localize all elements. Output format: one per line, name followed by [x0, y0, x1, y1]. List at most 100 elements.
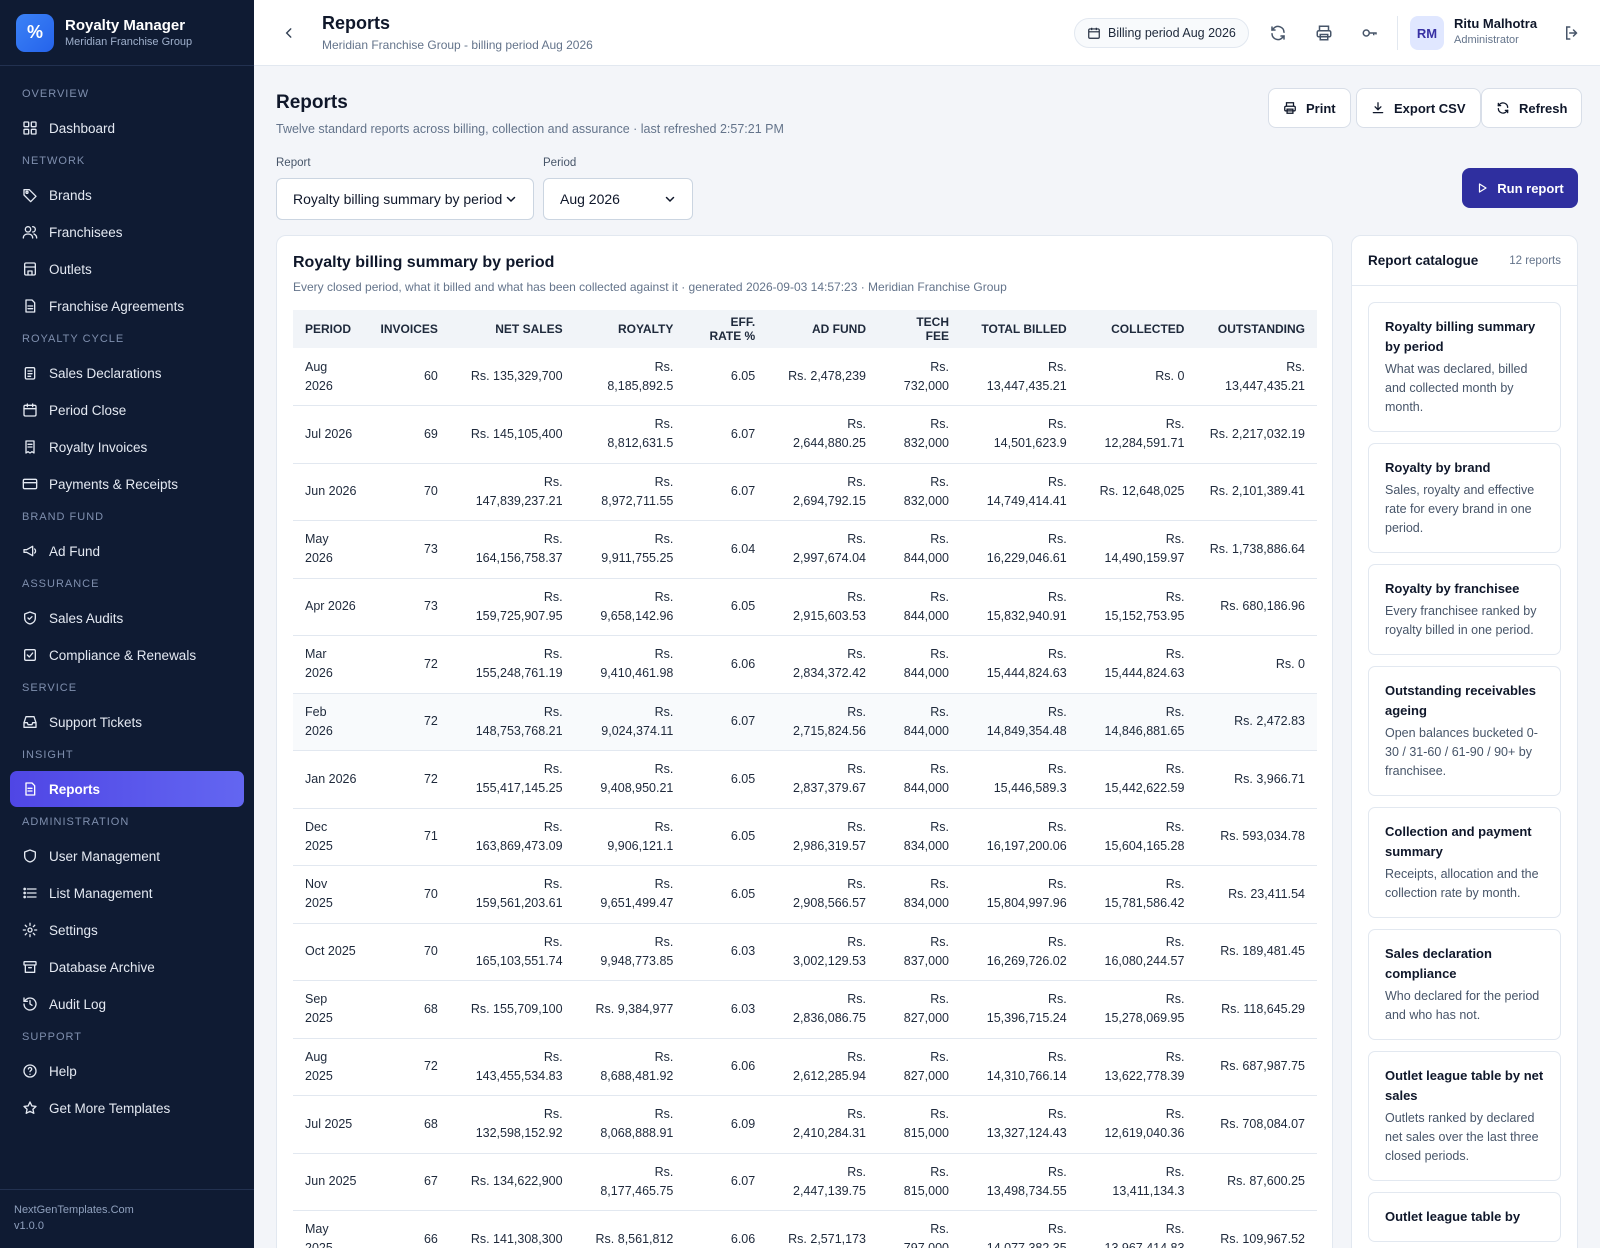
period-select[interactable]: Aug 2026 [543, 178, 693, 220]
table-row[interactable]: Jan 2026 72 Rs. 155,417,145.25 Rs. 9,408,95… [293, 750, 1317, 809]
sidebar-item-period-close[interactable]: Period Close [10, 392, 244, 428]
column-header[interactable]: EFF. RATE % [685, 310, 768, 348]
key-button[interactable] [1358, 21, 1382, 45]
catalogue-item[interactable]: Outstanding receivables ageing Open balan… [1368, 666, 1561, 796]
sidebar-item-list-management[interactable]: List Management [10, 875, 244, 911]
column-header[interactable]: COLLECTED [1078, 310, 1197, 348]
catalogue-item-description: Every franchisee ranked by royalty bille… [1385, 604, 1537, 637]
table-cell: 67 [368, 1153, 450, 1211]
table-cell: Rs. 9,408,950.21 [574, 750, 686, 809]
table-row[interactable]: Aug 2026 60 Rs. 135,329,700 Rs. 8,185,892.5… [293, 348, 1317, 406]
table-cell: 72 [368, 635, 450, 694]
catalogue-item[interactable]: Collection and payment summary Receipts, … [1368, 807, 1561, 918]
column-header[interactable]: INVOICES [368, 310, 450, 348]
table-row[interactable]: Dec 2025 71 Rs. 163,869,473.09 Rs. 9,906,12… [293, 808, 1317, 866]
sidebar-item-franchise-agreements[interactable]: Franchise Agreements [10, 288, 244, 324]
catalogue-item[interactable]: Outlet league table by [1368, 1192, 1561, 1242]
catalogue-item-title: Outlet league table by [1385, 1209, 1521, 1224]
sidebar-item-settings[interactable]: Settings [10, 912, 244, 948]
column-header[interactable]: TECH FEE [878, 310, 961, 348]
report-select[interactable]: Royalty billing summary by period [276, 178, 534, 220]
sidebar-item-brands[interactable]: Brands [10, 177, 244, 213]
sidebar-item-help[interactable]: Help [10, 1053, 244, 1089]
sidebar-item-franchisees[interactable]: Franchisees [10, 214, 244, 250]
catalogue-item[interactable]: Sales declaration compliance Who declared… [1368, 929, 1561, 1040]
table-cell: Rs. 13,967,414.83 [1078, 1210, 1197, 1248]
document-icon [22, 298, 38, 314]
sidebar-item-ad-fund[interactable]: Ad Fund [10, 533, 244, 569]
sidebar-item-sales-audits[interactable]: Sales Audits [10, 600, 244, 636]
catalogue-item[interactable]: Royalty by brand Sales, royalty and effec… [1368, 443, 1561, 553]
table-cell: Rs. 14,490,159.97 [1078, 520, 1197, 579]
table-row[interactable]: Nov 2025 70 Rs. 159,561,203.61 Rs. 9,651,49… [293, 865, 1317, 924]
run-report-button[interactable]: Run report [1462, 168, 1578, 208]
table-row[interactable]: Jul 2025 68 Rs. 132,598,152.92 Rs. 8,068,88… [293, 1095, 1317, 1154]
star-icon [22, 1100, 38, 1116]
sidebar-item-label: Payments & Receipts [49, 476, 179, 492]
sidebar-item-compliance-renewals[interactable]: Compliance & Renewals [10, 637, 244, 673]
column-header[interactable]: NET SALES [449, 310, 575, 348]
sidebar-item-user-management[interactable]: User Management [10, 838, 244, 874]
table-row[interactable]: Sep 2025 68 Rs. 155,709,100 Rs. 9,384,977 6.… [293, 980, 1317, 1039]
table-cell: Feb 2026 [293, 693, 369, 751]
table-row[interactable]: Mar 2026 72 Rs. 155,248,761.19 Rs. 9,410,46… [293, 635, 1317, 694]
table-row[interactable]: Aug 2025 72 Rs. 143,455,534.83 Rs. 8,688,48… [293, 1038, 1317, 1096]
table-cell: Rs. 155,417,145.25 [449, 750, 575, 809]
report-select-label: Report [276, 157, 311, 169]
table-cell: Rs. 2,837,379.67 [767, 750, 878, 809]
sidebar-item-get-more-templates[interactable]: Get More Templates [10, 1090, 244, 1126]
shield-check-icon [22, 610, 38, 626]
table-cell: Rs. 2,915,603.53 [767, 578, 878, 636]
print-button[interactable]: Print [1268, 88, 1351, 128]
table-cell: Rs. 12,619,040.36 [1078, 1095, 1197, 1154]
history-icon [22, 996, 38, 1012]
sidebar-item-dashboard[interactable]: Dashboard [10, 110, 244, 146]
catalogue-item[interactable]: Royalty billing summary by period What wa… [1368, 302, 1561, 432]
column-header[interactable]: ROYALTY [574, 310, 686, 348]
sync-button[interactable] [1266, 21, 1290, 45]
sidebar-item-sales-declarations[interactable]: Sales Declarations [10, 355, 244, 391]
sidebar-item-database-archive[interactable]: Database Archive [10, 949, 244, 985]
table-row[interactable]: Apr 2026 73 Rs. 159,725,907.95 Rs. 9,658,14… [293, 578, 1317, 636]
table-cell: Jan 2026 [293, 750, 369, 809]
download-icon [1372, 102, 1384, 114]
printer-icon [1316, 25, 1332, 41]
catalogue-item[interactable]: Outlet league table by net sales Outlets … [1368, 1051, 1561, 1181]
clipboard-icon [22, 365, 38, 381]
column-header[interactable]: PERIOD [293, 310, 369, 348]
billing-period-chip[interactable]: Billing period Aug 2026 [1074, 18, 1249, 48]
table-cell: Rs. 2,715,824.56 [767, 693, 878, 751]
export-csv-button[interactable]: Export CSV [1356, 88, 1481, 128]
export-csv-label: Export CSV [1394, 100, 1466, 116]
sidebar-item-audit-log[interactable]: Audit Log [10, 986, 244, 1022]
logout-button[interactable] [1560, 21, 1584, 45]
sidebar-item-outlets[interactable]: Outlets [10, 251, 244, 287]
calendar-icon [22, 402, 38, 418]
table-row[interactable]: Feb 2026 72 Rs. 148,753,768.21 Rs. 9,024,37… [293, 693, 1317, 751]
table-row[interactable]: May 2026 73 Rs. 164,156,758.37 Rs. 9,911,75… [293, 520, 1317, 579]
sidebar-item-royalty-invoices[interactable]: Royalty Invoices [10, 429, 244, 465]
table-row[interactable]: Jul 2026 69 Rs. 145,105,400 Rs. 8,812,631.5… [293, 405, 1317, 464]
table-cell: Rs. 815,000 [878, 1095, 961, 1154]
sidebar-item-support-tickets[interactable]: Support Tickets [10, 704, 244, 740]
column-header[interactable]: AD FUND [767, 310, 878, 348]
catalogue-count: 12 reports [1509, 254, 1561, 267]
refresh-button[interactable]: Refresh [1481, 88, 1583, 128]
table-cell: Rs. 134,622,900 [449, 1153, 575, 1211]
print-top-button[interactable] [1312, 21, 1336, 45]
sidebar-item-payments-receipts[interactable]: Payments & Receipts [10, 466, 244, 502]
column-header[interactable]: TOTAL BILLED [960, 310, 1079, 348]
table-row[interactable]: May 202566Rs. 141,308,300Rs. 8,561,8126.… [293, 1210, 1317, 1248]
sidebar-item-reports[interactable]: Reports [10, 771, 244, 807]
catalogue-item[interactable]: Royalty by franchisee Every franchisee ra… [1368, 564, 1561, 655]
table-cell: Rs. 827,000 [878, 1038, 961, 1096]
avatar[interactable]: RM [1410, 16, 1444, 50]
column-header[interactable]: OUTSTANDING [1196, 310, 1317, 348]
back-button[interactable] [278, 22, 300, 44]
table-cell: Rs. 837,000 [878, 923, 961, 981]
table-row[interactable]: Jun 2025 67 Rs. 134,622,900 Rs. 8,177,465.7… [293, 1153, 1317, 1211]
table-row[interactable]: Oct 2025 70 Rs. 165,103,551.74 Rs. 9,948,77… [293, 923, 1317, 981]
table-cell: Rs. 2,908,566.57 [767, 865, 878, 924]
table-row[interactable]: Jun 2026 70 Rs. 147,839,237.21 Rs. 8,972,71… [293, 463, 1317, 521]
table-cell: Rs. 135,329,700 [449, 348, 575, 406]
